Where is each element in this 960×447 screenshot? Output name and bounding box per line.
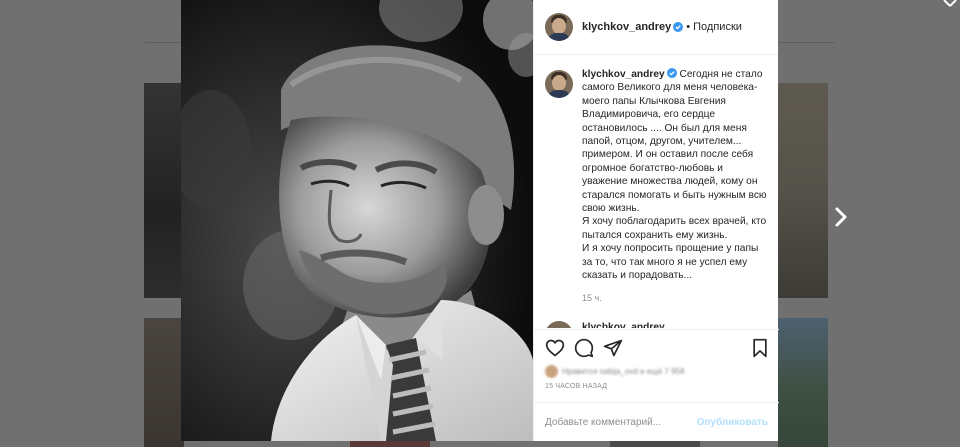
close-icon: [943, 0, 957, 7]
likes-summary[interactable]: Нравится sabija_ovd и ещё 7 958: [545, 364, 684, 378]
following-button[interactable]: Подписки: [693, 21, 742, 33]
feed-thumbnail[interactable]: [350, 440, 430, 447]
verified-badge-icon: [673, 22, 684, 32]
post-header: klychkov_andrey • Подписки: [534, 0, 778, 55]
post-modal: klychkov_andrey • Подписки klychkov_andr…: [181, 0, 779, 441]
close-button[interactable]: [936, 0, 958, 14]
feed-thumbnail[interactable]: [610, 440, 700, 447]
post-caption: klychkov_andrey Сегодня не стало самого …: [545, 68, 771, 283]
caption-username[interactable]: klychkov_andrey: [582, 69, 665, 80]
feed-thumbnail[interactable]: [778, 83, 828, 298]
caption-paragraph: Сегодня не стало самого Великого для мен…: [582, 69, 767, 215]
like-button[interactable]: [545, 338, 565, 358]
author-username[interactable]: klychkov_andrey: [582, 21, 671, 33]
portrait-photo: [181, 0, 533, 441]
post-photo[interactable]: [181, 0, 533, 441]
bookmark-icon: [753, 338, 767, 358]
comment-icon: [574, 338, 594, 358]
likes-text[interactable]: Нравится sabija_ovd и ещё 7 958: [562, 367, 684, 376]
comment-input[interactable]: [545, 416, 697, 428]
paper-plane-icon: [603, 339, 623, 357]
action-bar: [534, 329, 779, 364]
separator-dot: •: [686, 21, 691, 33]
comment-username[interactable]: klychkov_andrey: [582, 321, 665, 328]
heart-icon: [545, 339, 565, 357]
post-details-panel: klychkov_andrey • Подписки klychkov_andr…: [533, 0, 779, 441]
avatar[interactable]: [545, 70, 573, 98]
liker-avatar: [545, 364, 558, 378]
verified-badge-icon: [666, 68, 677, 78]
caption-text: klychkov_andrey Сегодня не стало самого …: [582, 68, 771, 283]
avatar[interactable]: [545, 321, 573, 328]
chevron-right-icon: [835, 207, 847, 227]
comment-button[interactable]: [574, 338, 594, 358]
caption-paragraph: Я хочу поблагодарить всех врачей, кто пы…: [582, 216, 767, 241]
avatar[interactable]: [545, 13, 573, 41]
feed-thumbnail[interactable]: [144, 318, 184, 447]
save-button[interactable]: [750, 338, 770, 358]
add-comment-section: Опубликовать: [534, 402, 779, 441]
next-post-button[interactable]: [829, 202, 853, 232]
post-timestamp[interactable]: 15 ЧАСОВ НАЗАД: [545, 383, 607, 390]
publish-button[interactable]: Опубликовать: [697, 417, 768, 428]
caption-timestamp[interactable]: 15 ч.: [582, 293, 602, 303]
share-button[interactable]: [603, 338, 623, 358]
caption-paragraph: И я хочу попросить прощение у папы за то…: [582, 243, 759, 282]
comment-item: klychkov_andrey: [545, 321, 771, 328]
feed-thumbnail[interactable]: [778, 318, 828, 447]
feed-thumbnail[interactable]: [144, 83, 184, 298]
